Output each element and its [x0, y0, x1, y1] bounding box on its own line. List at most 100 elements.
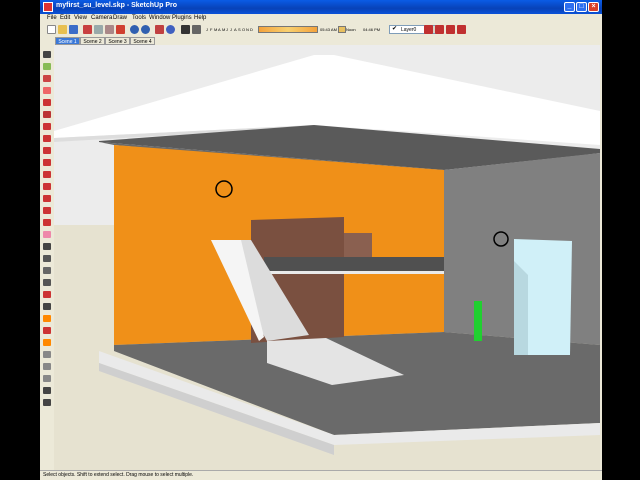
- redo-icon[interactable]: [141, 25, 150, 34]
- menu-help[interactable]: Help: [194, 15, 206, 21]
- share-model-icon[interactable]: [435, 25, 444, 34]
- window-title: myfirst_su_level.skp - SketchUp Pro: [56, 2, 177, 9]
- month-s[interactable]: S: [238, 27, 241, 32]
- layer-name: Layer0: [401, 27, 417, 33]
- menu-window[interactable]: Window: [149, 15, 170, 21]
- month-a2[interactable]: A: [234, 27, 237, 32]
- new-file-icon[interactable]: [47, 25, 56, 34]
- glass-block-side: [514, 261, 528, 355]
- menu-file[interactable]: File: [47, 15, 57, 21]
- menu-view[interactable]: View: [74, 15, 87, 21]
- layer-dropdown[interactable]: ✔ Layer0 ▾: [389, 25, 441, 34]
- get-models-icon[interactable]: [446, 25, 455, 34]
- 3d-warehouse-icon[interactable]: [424, 25, 433, 34]
- protractor-icon[interactable]: [43, 267, 51, 274]
- component-icon[interactable]: [43, 63, 51, 70]
- cut-icon[interactable]: [83, 25, 92, 34]
- position-camera-icon[interactable]: [43, 399, 51, 406]
- scale-icon[interactable]: [43, 219, 51, 226]
- freehand-icon[interactable]: [43, 159, 51, 166]
- maximize-button[interactable]: □: [576, 2, 587, 12]
- viewport-edge: [600, 45, 602, 470]
- menu-camera[interactable]: Camera: [91, 15, 112, 21]
- menu-plugins[interactable]: Plugins: [172, 15, 192, 21]
- rotate-icon[interactable]: [43, 195, 51, 202]
- shadow-toggle-icon[interactable]: [192, 25, 201, 34]
- open-file-icon[interactable]: [58, 25, 67, 34]
- rectangle-icon[interactable]: [43, 99, 51, 106]
- copy-icon[interactable]: [94, 25, 103, 34]
- zoom-window-icon[interactable]: [43, 351, 51, 358]
- menu-edit[interactable]: Edit: [60, 15, 70, 21]
- 3d-text-icon[interactable]: [43, 303, 51, 310]
- brick-block: [344, 233, 372, 257]
- circle-icon[interactable]: [43, 123, 51, 130]
- move-icon[interactable]: [43, 171, 51, 178]
- model-info-icon[interactable]: [166, 25, 175, 34]
- tab-scene-4[interactable]: Scene 4: [130, 37, 155, 45]
- menu-draw[interactable]: Draw: [113, 15, 127, 21]
- zoom-icon[interactable]: [43, 339, 51, 346]
- month-a[interactable]: A: [218, 27, 221, 32]
- model-viewport[interactable]: [54, 45, 600, 470]
- month-o[interactable]: O: [242, 27, 245, 32]
- dimension-icon[interactable]: [43, 255, 51, 262]
- sketchup-window: myfirst_su_level.skp - SketchUp Pro _ □ …: [40, 0, 602, 480]
- follow-me-icon[interactable]: [43, 207, 51, 214]
- polygon-icon[interactable]: [43, 147, 51, 154]
- month-f[interactable]: F: [210, 27, 212, 32]
- axes-icon[interactable]: [43, 291, 51, 298]
- time-slider-thumb[interactable]: [338, 26, 346, 33]
- status-bar: Select objects. Shift to extend select. …: [40, 470, 602, 480]
- menu-tools[interactable]: Tools: [132, 15, 146, 21]
- model-scene[interactable]: [54, 45, 600, 470]
- tab-scene-1[interactable]: Scene 1: [55, 37, 80, 45]
- month-j[interactable]: J: [206, 27, 208, 32]
- close-button[interactable]: ×: [588, 2, 599, 12]
- sunrise-time: 05:43 AM: [320, 27, 337, 32]
- push-pull-icon[interactable]: [43, 183, 51, 190]
- tab-scene-3[interactable]: Scene 3: [105, 37, 130, 45]
- month-m2[interactable]: M: [222, 27, 225, 32]
- save-icon[interactable]: [69, 25, 78, 34]
- sunset-time: 04:46 PM: [363, 27, 381, 32]
- month-d[interactable]: D: [250, 27, 253, 32]
- status-text: Select objects. Shift to extend select. …: [43, 472, 194, 478]
- zoom-extents-icon[interactable]: [43, 363, 51, 370]
- large-tool-set: [40, 45, 53, 470]
- minimize-button[interactable]: _: [564, 2, 575, 12]
- mezzanine-edge: [264, 271, 444, 274]
- offset-icon[interactable]: [43, 231, 51, 238]
- shadow-settings-icon[interactable]: [181, 25, 190, 34]
- look-around-icon[interactable]: [43, 387, 51, 394]
- month-m[interactable]: M: [214, 27, 217, 32]
- month-n[interactable]: N: [246, 27, 249, 32]
- pan-icon[interactable]: [43, 327, 51, 334]
- select-icon[interactable]: [43, 51, 51, 58]
- text-icon[interactable]: [43, 279, 51, 286]
- month-j2[interactable]: J: [226, 27, 228, 32]
- tab-scene-2[interactable]: Scene 2: [80, 37, 105, 45]
- arc-icon[interactable]: [43, 135, 51, 142]
- paint-icon[interactable]: [43, 75, 51, 82]
- eraser-icon[interactable]: [43, 87, 51, 94]
- title-bar[interactable]: myfirst_su_level.skp - SketchUp Pro _ □ …: [40, 0, 602, 14]
- tape-icon[interactable]: [43, 243, 51, 250]
- undo-icon[interactable]: [130, 25, 139, 34]
- share-component-icon[interactable]: [457, 25, 466, 34]
- paste-icon[interactable]: [105, 25, 114, 34]
- erase-icon[interactable]: [116, 25, 125, 34]
- time-of-day-slider[interactable]: [258, 26, 318, 33]
- main-toolbar: J F M A M J J A S O N D 05:43 AM Noon 04…: [40, 23, 602, 38]
- mezzanine-floor: [264, 257, 444, 271]
- walk-icon[interactable]: [43, 375, 51, 382]
- print-icon[interactable]: [155, 25, 164, 34]
- menu-bar: File Edit View Camera Draw Tools Window …: [40, 14, 602, 23]
- noon-label: Noon: [346, 27, 356, 32]
- green-pillar: [474, 301, 482, 341]
- month-j3[interactable]: J: [230, 27, 232, 32]
- line-icon[interactable]: [43, 111, 51, 118]
- scene-tabs: Scene 1 Scene 2 Scene 3 Scene 4: [40, 37, 602, 45]
- layer-check-icon: ✔: [392, 26, 398, 32]
- orbit-icon[interactable]: [43, 315, 51, 322]
